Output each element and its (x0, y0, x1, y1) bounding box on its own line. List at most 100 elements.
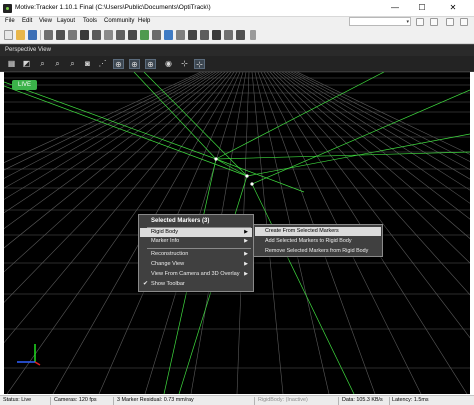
layout-manage-icon[interactable] (446, 18, 454, 26)
menu-help[interactable]: Help (138, 18, 150, 24)
properties-icon[interactable] (224, 30, 233, 40)
marker-point[interactable] (214, 157, 218, 161)
zoom-selected-icon[interactable]: ⌕ (67, 59, 78, 69)
panels-icon[interactable] (68, 30, 77, 40)
chevron-down-icon: ▾ (406, 19, 409, 25)
marker-point[interactable] (245, 174, 249, 178)
camera-icon[interactable] (80, 30, 89, 40)
chevron-right-icon: ▶ (244, 238, 248, 244)
menu-item-label: Change View (151, 261, 185, 267)
pivot-icon[interactable]: ⊹ (179, 59, 190, 69)
menu-item-label: View From Camera and 3D Overlay (151, 271, 240, 277)
new-file-icon[interactable] (4, 30, 13, 40)
zoom-fit-icon[interactable]: ⌕ (52, 59, 63, 69)
tracking-mode-icon[interactable]: ⊕ (113, 59, 124, 69)
rigid-body-icon[interactable] (140, 30, 149, 40)
marker-mode-icon[interactable]: ⊕ (129, 59, 140, 69)
checkmark-icon: ✔ (143, 281, 149, 287)
view-grid-icon[interactable]: ▦ (6, 59, 17, 69)
project-icon[interactable] (236, 30, 245, 40)
panel-title: Perspective View (5, 47, 51, 53)
menu-item-create-from-selected[interactable]: Create From Selected Markers (255, 227, 381, 236)
rigidbody-status: RigidBody: (Inactive) (258, 397, 308, 403)
status-divider (113, 397, 114, 405)
menu-tools[interactable]: Tools (83, 18, 97, 24)
menu-item-change-view[interactable]: Change View ▶ (140, 260, 252, 269)
marker-residual: 3 Marker Residual: 0.73 mm/ray (117, 397, 194, 403)
menu-item-remove-selected-markers[interactable]: Remove Selected Markers from Rigid Body (255, 247, 381, 256)
context-menu-header: Selected Markers (3) (151, 218, 210, 224)
rigid-body-pivot-icon[interactable]: ⊹ (194, 59, 205, 69)
axis-x (34, 361, 41, 366)
chevron-right-icon: ▶ (244, 271, 248, 277)
optitrack-app-icon (3, 4, 12, 13)
rigid-body-submenu: Create From Selected Markers Add Selecte… (253, 224, 383, 257)
chevron-right-icon: ▶ (244, 261, 248, 267)
data-icon[interactable] (200, 30, 209, 40)
share-icon[interactable]: ⋰ (97, 59, 108, 69)
menu-item-rigid-body[interactable]: Rigid Body ▶ (140, 228, 252, 237)
reference-icon[interactable] (188, 30, 197, 40)
menu-edit[interactable]: Edit (22, 18, 32, 24)
menu-item-add-selected-markers[interactable]: Add Selected Markers to Rigid Body (255, 237, 381, 246)
layout-reset-icon[interactable] (460, 18, 468, 26)
panel-header: Perspective View (0, 44, 474, 56)
camera-ray (215, 158, 248, 177)
live-badge[interactable]: LIVE (12, 80, 37, 90)
camera-ray (215, 158, 305, 193)
status-divider (50, 397, 51, 405)
camera-view-icon[interactable]: ◩ (21, 59, 32, 69)
menu-item-marker-info[interactable]: Marker Info ▶ (140, 237, 252, 246)
status-divider (338, 397, 339, 405)
menu-community[interactable]: Community (104, 18, 134, 24)
toolbar-separator (40, 30, 41, 40)
status-text: Status: Live (3, 397, 32, 403)
calibration-wand-icon[interactable] (116, 30, 125, 40)
open-folder-icon[interactable] (16, 30, 25, 40)
menu-item-reconstruction[interactable]: Reconstruction ▶ (140, 250, 252, 259)
menu-item-label: Marker Info (151, 238, 180, 244)
snapshot-camera-icon[interactable]: ◙ (82, 59, 93, 69)
close-icon[interactable]: ✕ (440, 0, 466, 16)
title-bar: Motive:Tracker 1.10.1 Final (C:\Users\Pu… (0, 0, 474, 17)
latency: Latency: 1.5ms (392, 397, 429, 403)
menu-item-label: Rigid Body (151, 229, 179, 235)
menu-item-label: Reconstruction (151, 251, 189, 257)
visibility-eye-icon[interactable]: ◉ (163, 59, 174, 69)
chevron-right-icon: ▶ (244, 251, 248, 257)
settings-tools-icon[interactable] (44, 30, 53, 40)
window-title: Motive:Tracker 1.10.1 Final (C:\Users\Pu… (15, 4, 211, 11)
ruler-icon[interactable] (104, 30, 113, 40)
menu-file[interactable]: File (5, 18, 15, 24)
data-rate: Data: 105.3 KB/s (342, 397, 383, 403)
menu-item-show-toolbar[interactable]: ✔ Show Toolbar (140, 280, 252, 289)
skeleton-icon[interactable] (152, 30, 161, 40)
minimize-icon[interactable]: — (382, 0, 408, 16)
camera-preview-icon[interactable] (176, 30, 185, 40)
status-divider (254, 397, 255, 405)
layout-options-icon[interactable] (430, 18, 438, 26)
layout-icon[interactable] (92, 30, 101, 40)
status-bar: Status: Live Cameras: 120 fps 3 Marker R… (0, 395, 474, 405)
timeline-icon[interactable] (212, 30, 221, 40)
layout-save-icon[interactable] (416, 18, 424, 26)
layout-combo[interactable]: ▾ (349, 17, 411, 26)
marker-set-icon[interactable] (164, 30, 173, 40)
menu-view[interactable]: View (39, 18, 52, 24)
zoom-icon[interactable]: ⌕ (37, 59, 48, 69)
overflow-chevron-icon[interactable] (250, 30, 256, 40)
chevron-right-icon: ▶ (244, 229, 248, 235)
menu-item-label: Show Toolbar (151, 281, 185, 287)
camera-ray (4, 81, 217, 160)
marker-point[interactable] (250, 182, 254, 186)
save-icon[interactable] (28, 30, 37, 40)
chart-icon[interactable] (128, 30, 137, 40)
skeleton-mode-icon[interactable]: ⊕ (145, 59, 156, 69)
grid-icon[interactable] (56, 30, 65, 40)
menu-item-view-from-camera[interactable]: View From Camera and 3D Overlay ▶ (140, 270, 252, 279)
camera-ray (251, 183, 355, 394)
status-divider (389, 397, 390, 405)
axis-gizmo-icon (17, 344, 41, 366)
menu-layout[interactable]: Layout (57, 18, 75, 24)
maximize-icon[interactable]: ☐ (409, 0, 435, 16)
